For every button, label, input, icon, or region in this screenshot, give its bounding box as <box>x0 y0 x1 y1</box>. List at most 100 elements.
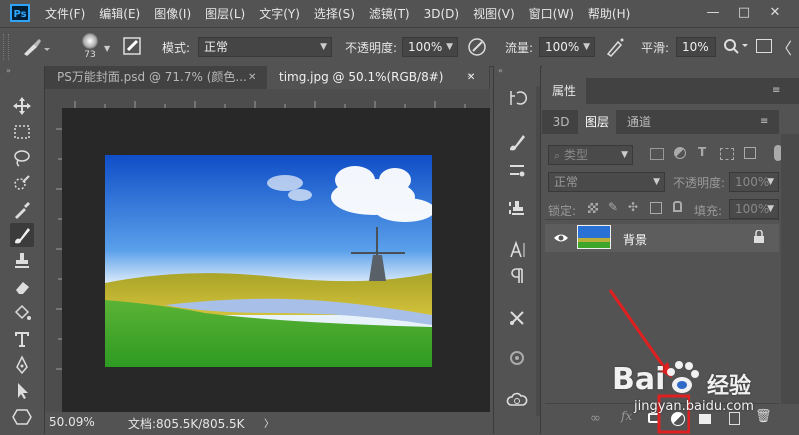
fill-label: 填充: <box>694 204 723 218</box>
layer-opacity-value: 100% <box>735 175 770 189</box>
grip-handle[interactable] <box>3 34 9 60</box>
mode-select[interactable]: 正常 ▼ <box>198 37 332 57</box>
vertical-ruler[interactable] <box>45 89 62 412</box>
type-tool-icon[interactable] <box>10 327 34 351</box>
menu-image[interactable]: 图像(I) <box>154 5 191 22</box>
brush-settings-icon[interactable] <box>505 130 529 154</box>
pixel-filter-icon[interactable] <box>650 148 664 160</box>
menu-select[interactable]: 选择(S) <box>314 5 355 22</box>
tab-layers[interactable]: 图层 <box>578 110 616 134</box>
tab-properties[interactable]: 属性 <box>542 78 586 104</box>
document-image[interactable] <box>105 155 432 367</box>
brush-size-picker[interactable]: 73 <box>76 31 104 63</box>
tab-timg[interactable]: timg.jpg @ 50.1%(RGB/8#) ✕ <box>267 66 489 89</box>
layer-filter-select[interactable]: ⌕ 类型 ▼ <box>548 145 633 165</box>
close-tab-icon[interactable]: ✕ <box>248 66 256 89</box>
menu-filter[interactable]: 滤镜(T) <box>369 5 410 22</box>
tab-channels[interactable]: 通道 <box>620 110 658 134</box>
eyedropper-icon[interactable] <box>10 198 34 222</box>
pen-tool-icon[interactable] <box>10 353 34 377</box>
adjustments-icon[interactable] <box>505 346 529 370</box>
pressure-size-icon[interactable]: 〈 <box>776 35 792 59</box>
menu-file[interactable]: 文件(F) <box>45 5 85 22</box>
opacity-field[interactable]: 100% ▼ <box>402 37 458 57</box>
shape-filter-icon[interactable] <box>720 148 734 160</box>
quick-selection-icon[interactable] <box>10 172 34 196</box>
minimize-button[interactable]: — <box>703 4 723 22</box>
history-icon[interactable] <box>505 86 529 110</box>
libraries-icon[interactable] <box>505 388 529 412</box>
chevron-down-icon[interactable]: ▼ <box>104 44 110 53</box>
menu-bar: Ps 文件(F) 编辑(E) 图像(I) 图层(L) 文字(Y) 选择(S) 滤… <box>0 0 799 28</box>
blend-mode-select[interactable]: 正常 ▼ <box>548 172 665 192</box>
collapse-arrows-icon[interactable]: « <box>498 66 503 75</box>
lock-position-icon[interactable]: ✣ <box>628 200 638 214</box>
layer-row[interactable]: 背景 <box>545 224 779 252</box>
clone-source-icon[interactable] <box>505 196 529 220</box>
flow-field[interactable]: 100% ▼ <box>539 37 595 57</box>
menu-help[interactable]: 帮助(H) <box>588 5 630 22</box>
panel-menu-icon[interactable]: ≡ <box>760 116 768 127</box>
shape-tool-icon[interactable] <box>10 405 34 429</box>
tab-3d[interactable]: 3D <box>546 110 576 134</box>
layer-lock-icon <box>753 229 765 247</box>
lock-artboard-icon[interactable] <box>650 202 662 214</box>
smoothing-options-icon[interactable] <box>722 37 754 60</box>
horizontal-ruler[interactable] <box>45 89 490 108</box>
tool-presets-icon[interactable] <box>505 306 529 330</box>
tab-label: timg.jpg @ 50.1%(RGB/8#) <box>279 70 444 84</box>
fill-field[interactable]: 100% ▼ <box>729 199 779 219</box>
character-panel-icon[interactable] <box>505 238 529 262</box>
filter-kind: 类型 <box>564 148 589 162</box>
mode-label: 模式: <box>162 41 191 55</box>
layer-opacity-field[interactable]: 100% ▼ <box>729 172 779 192</box>
lasso-tool-icon[interactable] <box>10 146 34 170</box>
layer-name[interactable]: 背景 <box>623 231 647 248</box>
menu-edit[interactable]: 编辑(E) <box>99 5 140 22</box>
status-bar: 50.09% 文档:805.5K/805.5K 〉 <box>45 412 490 434</box>
menu-3d[interactable]: 3D(D) <box>424 7 459 21</box>
symmetry-icon[interactable] <box>756 39 772 53</box>
eye-visibility-icon[interactable] <box>553 231 569 248</box>
brush-panel-toggle-icon[interactable] <box>123 36 143 56</box>
paint-bucket-icon[interactable] <box>10 301 34 325</box>
collapse-arrows-icon[interactable]: » <box>6 66 11 75</box>
brush-tool-preset-icon[interactable] <box>20 36 50 61</box>
layer-thumbnail <box>577 225 611 249</box>
close-window-button[interactable]: ✕ <box>765 4 785 22</box>
smoothing-field[interactable]: 10% <box>676 37 716 57</box>
tab-ps-cover[interactable]: PS万能封面.psd @ 71.7% (颜色... ✕ <box>45 66 267 89</box>
type-filter-icon[interactable]: T <box>698 145 706 159</box>
pressure-opacity-icon[interactable] <box>466 36 488 61</box>
chevron-down-icon: ▼ <box>583 42 590 52</box>
smart-object-filter-icon[interactable] <box>744 147 756 159</box>
eraser-icon[interactable] <box>10 275 34 299</box>
dock-scrollbar[interactable] <box>536 86 540 416</box>
layer-opacity-label: 不透明度: <box>673 176 726 190</box>
watermark-brand2: 经验 <box>707 374 752 399</box>
clone-stamp-icon[interactable] <box>10 249 34 273</box>
zoom-level[interactable]: 50.09% <box>49 415 95 429</box>
brush-tool-icon[interactable] <box>10 223 34 247</box>
paragraph-icon[interactable] <box>505 264 529 288</box>
maximize-button[interactable]: □ <box>734 4 754 22</box>
adjustment-filter-icon[interactable] <box>674 147 686 159</box>
rectangular-marquee-icon[interactable] <box>10 120 34 144</box>
status-menu-arrow[interactable]: 〉 <box>264 415 274 430</box>
menu-layer[interactable]: 图层(L) <box>205 5 245 22</box>
collapse-arrows-icon[interactable]: » <box>467 71 473 81</box>
move-tool-icon[interactable] <box>10 94 34 118</box>
brush-presets-icon[interactable] <box>505 158 529 182</box>
menu-view[interactable]: 视图(V) <box>473 5 515 22</box>
menu-type[interactable]: 文字(Y) <box>259 5 300 22</box>
opacity-value: 100% <box>408 40 443 54</box>
tools-panel: » <box>0 66 45 434</box>
lock-pixels-icon[interactable]: ✎ <box>608 200 618 214</box>
menu-window[interactable]: 窗口(W) <box>529 5 574 22</box>
airbrush-icon[interactable] <box>604 36 626 61</box>
panel-menu-icon[interactable]: ≡ <box>772 85 780 96</box>
path-selection-icon[interactable] <box>10 379 34 403</box>
lock-all-icon[interactable] <box>673 201 682 212</box>
lock-transparent-icon[interactable] <box>588 203 598 213</box>
document-size: 文档:805.5K/805.5K <box>128 417 245 431</box>
